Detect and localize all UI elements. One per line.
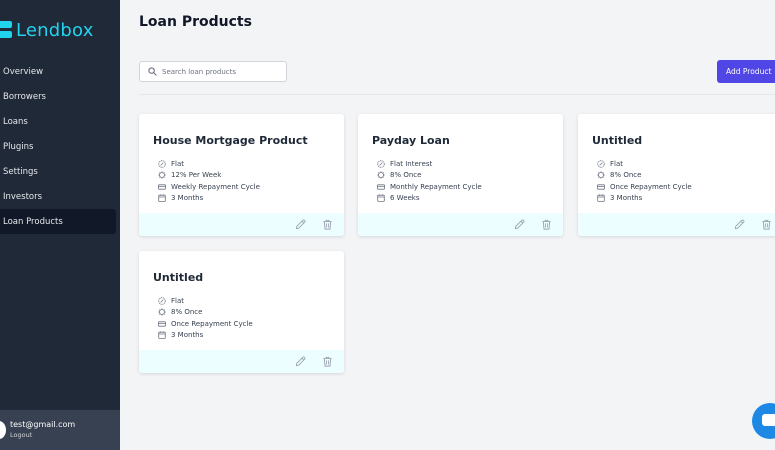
attr-repayment: Once Repayment Cycle — [597, 181, 692, 193]
attr-rate: 8% Once — [158, 307, 253, 319]
product-card: Payday Loan Flat Interest 8% Once Monthl… — [358, 114, 563, 236]
logo-mark-icon — [0, 20, 12, 40]
product-attributes: Flat Interest 8% Once Monthly Repayment … — [377, 158, 482, 204]
product-title: Untitled — [153, 271, 204, 284]
attr-label: Weekly Repayment Cycle — [171, 182, 260, 191]
product-title: Payday Loan — [372, 134, 450, 147]
attr-label: Monthly Repayment Cycle — [390, 182, 482, 191]
sidebar: Lendbox Overview Borrowers Loans Plugins… — [0, 0, 120, 450]
sidebar-item-settings[interactable]: Settings — [0, 159, 116, 184]
attr-interest-type: Flat — [158, 158, 260, 170]
product-card: Untitled Flat 8% Once Once Repayment Cyc… — [139, 251, 344, 373]
product-title: House Mortgage Product — [153, 134, 308, 147]
attr-repayment: Monthly Repayment Cycle — [377, 181, 482, 193]
sidebar-item-borrowers[interactable]: Borrowers — [0, 84, 116, 109]
calendar-icon — [377, 194, 385, 203]
cash-icon — [377, 184, 385, 190]
gear-percent-icon — [597, 171, 605, 179]
card-footer — [358, 213, 563, 236]
attr-label: 3 Months — [610, 194, 643, 203]
avatar[interactable] — [0, 421, 6, 439]
sidebar-nav: Overview Borrowers Loans Plugins Setting… — [0, 59, 120, 234]
chat-button[interactable] — [752, 403, 775, 439]
calendar-icon — [158, 331, 166, 340]
search-input[interactable] — [162, 67, 282, 76]
cash-icon — [158, 184, 166, 190]
gear-percent-icon — [158, 308, 166, 316]
attr-label: 3 Months — [171, 194, 204, 203]
app-name: Lendbox — [16, 19, 94, 41]
card-footer — [139, 213, 344, 236]
attr-label: Flat — [171, 159, 185, 168]
attr-rate: 8% Once — [597, 170, 692, 182]
product-title: Untitled — [592, 134, 643, 147]
gear-percent-icon — [377, 171, 385, 179]
attr-interest-type: Flat — [597, 158, 692, 170]
user-email: test@gmail.com — [10, 420, 76, 429]
attr-label: 3 Months — [171, 331, 204, 340]
search-box — [139, 61, 287, 82]
attr-label: 8% Once — [390, 171, 422, 180]
product-attributes: Flat 8% Once Once Repayment Cycle 3 Mont… — [597, 158, 692, 204]
product-attributes: Flat 8% Once Once Repayment Cycle 3 Mont… — [158, 295, 253, 341]
attr-label: 6 Weeks — [390, 194, 420, 203]
product-card: House Mortgage Product Flat 12% Per Week… — [139, 114, 344, 236]
attr-label: Once Repayment Cycle — [171, 319, 253, 328]
trash-icon[interactable] — [321, 355, 334, 368]
attr-duration: 3 Months — [597, 193, 692, 205]
attr-duration: 3 Months — [158, 330, 253, 342]
attr-label: Flat Interest — [390, 159, 433, 168]
attr-label: Once Repayment Cycle — [610, 182, 692, 191]
calendar-icon — [597, 194, 605, 203]
attr-rate: 8% Once — [377, 170, 482, 182]
percent-badge-icon — [597, 160, 605, 168]
card-footer — [139, 350, 344, 373]
attr-label: Flat — [610, 159, 624, 168]
sidebar-item-loans[interactable]: Loans — [0, 109, 116, 134]
product-card: Untitled Flat 8% Once Once Repayment Cyc… — [578, 114, 775, 236]
attr-interest-type: Flat — [158, 295, 253, 307]
attr-repayment: Once Repayment Cycle — [158, 318, 253, 330]
sidebar-item-investors[interactable]: Investors — [0, 184, 116, 209]
cash-icon — [597, 184, 605, 190]
page-title: Loan Products — [139, 14, 252, 30]
percent-badge-icon — [377, 160, 385, 168]
attr-label: 8% Once — [610, 171, 642, 180]
attr-duration: 3 Months — [158, 193, 260, 205]
attr-repayment: Weekly Repayment Cycle — [158, 181, 260, 193]
percent-badge-icon — [158, 297, 166, 305]
pencil-icon[interactable] — [733, 218, 746, 231]
search-icon — [148, 67, 157, 76]
attr-rate: 12% Per Week — [158, 170, 260, 182]
trash-icon[interactable] — [321, 218, 334, 231]
chat-bubble-icon — [762, 414, 775, 426]
cash-icon — [158, 321, 166, 327]
trash-icon[interactable] — [760, 218, 773, 231]
divider — [139, 94, 775, 95]
card-footer — [578, 213, 775, 236]
gear-percent-icon — [158, 171, 166, 179]
sidebar-item-loan-products[interactable]: Loan Products — [0, 209, 116, 234]
pencil-icon[interactable] — [294, 218, 307, 231]
user-panel: test@gmail.com Logout — [0, 410, 120, 450]
product-attributes: Flat 12% Per Week Weekly Repayment Cycle… — [158, 158, 260, 204]
attr-interest-type: Flat Interest — [377, 158, 482, 170]
attr-label: Flat — [171, 296, 185, 305]
attr-label: 8% Once — [171, 308, 203, 317]
pencil-icon[interactable] — [294, 355, 307, 368]
sidebar-item-overview[interactable]: Overview — [0, 59, 116, 84]
attr-label: 12% Per Week — [171, 171, 222, 180]
percent-badge-icon — [158, 160, 166, 168]
logout-link[interactable]: Logout — [10, 431, 32, 439]
trash-icon[interactable] — [540, 218, 553, 231]
app-logo[interactable]: Lendbox — [0, 18, 94, 42]
pencil-icon[interactable] — [513, 218, 526, 231]
calendar-icon — [158, 194, 166, 203]
sidebar-item-plugins[interactable]: Plugins — [0, 134, 116, 159]
add-product-button[interactable]: Add Product — [717, 60, 775, 83]
attr-duration: 6 Weeks — [377, 193, 482, 205]
